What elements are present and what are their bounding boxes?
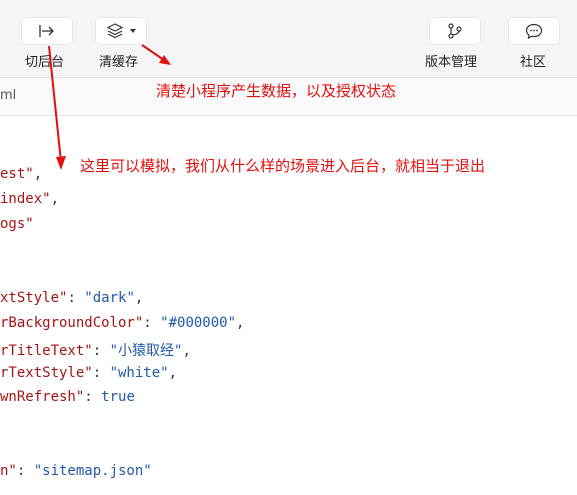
annotation-arrows: [48, 44, 171, 170]
arrow-to-clear-cache: [141, 44, 171, 65]
arrow-to-switch-background: [48, 45, 66, 170]
